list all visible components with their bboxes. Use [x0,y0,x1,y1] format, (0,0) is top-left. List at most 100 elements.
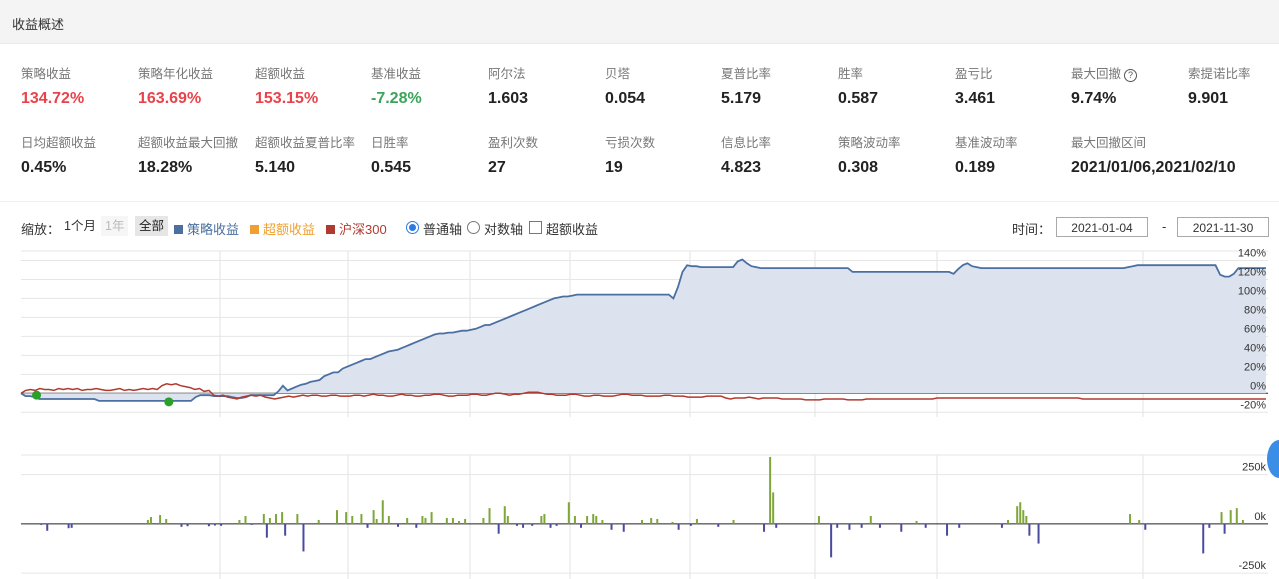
zoom-label: 缩放： [21,222,61,237]
excess-bar [421,516,424,524]
metric-value: 9.901 [1188,90,1229,107]
excess-bar [430,512,433,524]
zoom-all-button[interactable]: 全部 [135,216,169,236]
excess-bar [488,508,491,524]
y-tick-label: 0k [1254,511,1266,523]
y-tick-label: 0% [1250,380,1266,392]
axis-log-label[interactable]: 对数轴 [484,219,523,238]
metric-label: 阿尔法 [488,63,606,82]
metric-value: 27 [488,159,506,176]
question-icon[interactable]: ? [1124,69,1138,82]
excess-bar [345,512,348,524]
metric-value: 9.74% [1071,90,1117,107]
metric-label-text: 盈亏比 [955,67,993,81]
excess-bar [1129,514,1132,524]
excess-checkbox-label[interactable]: 超额收益 [546,219,598,238]
metric-label-text: 贝塔 [605,67,631,81]
metric-1-4: 阿尔法 1.603 [488,63,606,108]
metric-value: 134.72% [21,90,85,107]
legend-swatch [326,225,335,234]
excess-bar [689,523,692,526]
excess-bar [1138,519,1141,524]
metric-label: 日均超额收益 [21,132,139,151]
excess-bar [601,519,604,524]
metric-2-2: 超额收益夏普比率 5.140 [255,132,373,177]
excess-bar [445,517,448,524]
legend-hs300[interactable]: 沪深300 [326,219,387,238]
excess-bar [424,517,427,524]
zoom-1month-button[interactable]: 1个月 [60,216,100,236]
excess-bar [381,500,384,524]
legend-label: 超额收益 [263,222,316,237]
excess-bar [650,517,653,524]
metric-2-5: 亏损次数 19 [605,132,723,177]
y-tick-label: -250k [1238,560,1266,572]
metric-label-text: 索提诺比率 [1188,67,1251,81]
excess-bar [900,523,903,532]
axis-normal-label[interactable]: 普通轴 [423,219,462,238]
metric-value: 4.823 [721,159,762,176]
y-tick-label: -20% [1240,399,1266,411]
date-from-input[interactable]: 2021-01-04 [1056,217,1148,237]
y-tick-label: 60% [1244,323,1266,335]
excess-bar [1144,523,1147,530]
metric-label-text: 胜率 [838,67,864,81]
excess-bar [695,518,698,524]
metric-label-text: 日胜率 [371,136,409,150]
excess-bar [159,515,162,524]
drawdown-marker [164,397,174,407]
y-tick-label: 20% [1244,361,1266,373]
metric-label: 基准收益 [371,63,489,82]
metric-value: 0.054 [605,90,646,107]
excess-bar [275,514,278,524]
axis-log-radio[interactable] [467,221,480,234]
legend-strategy[interactable]: 策略收益 [174,219,239,238]
date-separator: - [1162,219,1167,234]
axis-normal-radio[interactable] [406,221,419,234]
metric-label: 策略收益 [21,63,139,82]
metric-label: 贝塔 [605,63,723,82]
excess-bar [671,521,674,524]
excess-bar [622,523,625,532]
metric-value: -7.28% [371,90,422,107]
excess-bar [567,502,570,524]
excess-bar [180,523,183,527]
metric-label: 策略波动率 [838,132,956,151]
metric-label: 基准波动率 [955,132,1073,151]
excess-bar [1202,523,1205,554]
legend-swatch [250,225,259,234]
metric-label-text: 超额收益 [255,67,306,81]
metric-2-6: 信息比率 4.823 [721,132,839,177]
metric-label-text: 策略收益 [21,67,72,81]
excess-bar [458,520,461,524]
excess-bar [186,523,189,527]
excess-bar [946,523,949,536]
excess-bar [817,516,820,524]
excess-checkbox[interactable] [529,221,542,234]
y-tick-label: 250k [1242,462,1266,474]
excess-bar [1016,506,1019,524]
metric-value: 5.179 [721,90,762,107]
excess-bar [1000,523,1003,528]
zoom-1year-button[interactable]: 1年 [101,216,129,236]
metric-label: 盈亏比 [955,63,1073,82]
metric-1-6: 夏普比率 5.179 [721,63,839,108]
excess-bar [46,523,49,531]
excess-bar [549,523,552,528]
excess-bar [595,516,598,524]
date-to-input[interactable]: 2021-11-30 [1177,217,1269,237]
excess-bar [351,516,354,524]
excess-bar [610,523,613,530]
metric-value: 2021/01/06,2021/02/10 [1071,159,1236,176]
excess-bar [1235,508,1238,524]
excess-bar [406,517,409,524]
returns-chart: -20% 0% 20% 40% 60% 80% 100% 120% 140% -250k 0k 250… [20,247,1268,579]
metric-2-9: 最大回撤区间 2021/01/06,2021/02/10 [1071,132,1236,177]
metric-1-9: 最大回撤? 9.74% [1071,63,1189,108]
metric-1-1: 策略年化收益 163.69% [138,63,256,108]
legend-excess[interactable]: 超额收益 [250,219,315,238]
excess-bar [592,514,595,524]
excess-bar [763,523,766,532]
divider [0,201,1279,202]
excess-bar [1241,519,1244,524]
